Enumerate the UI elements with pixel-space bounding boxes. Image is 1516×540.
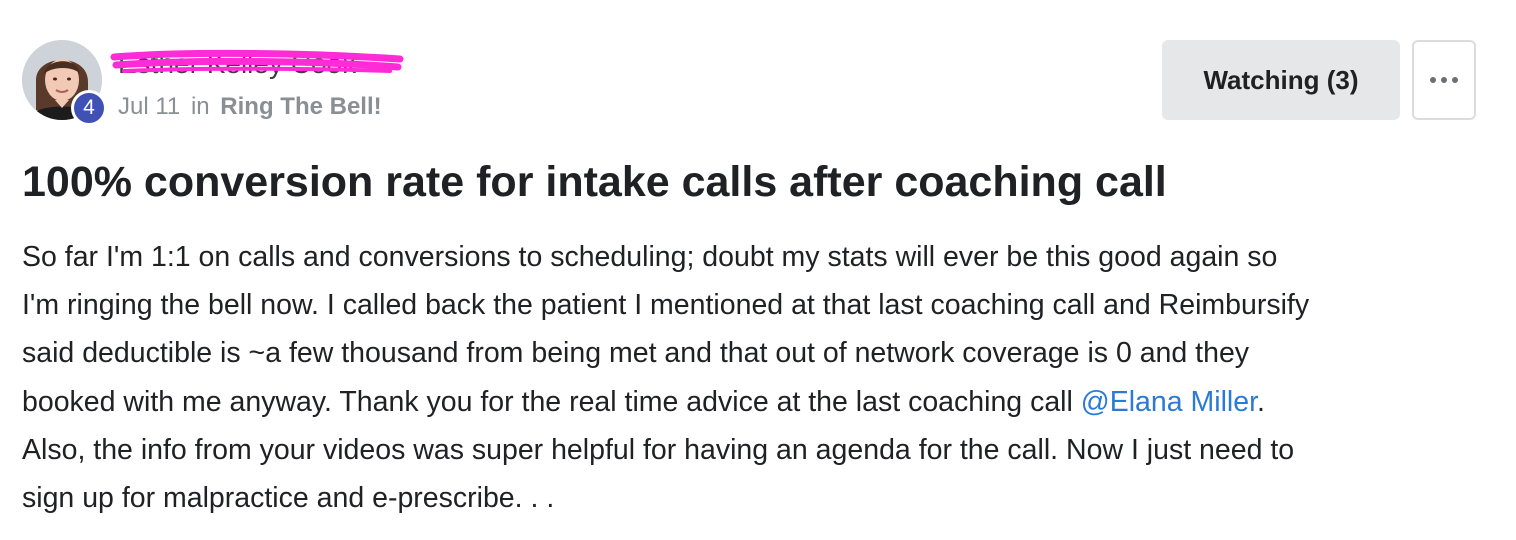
post-title: 100% conversion rate for intake calls af… [22, 158, 1167, 206]
body-line: So far I'm 1:1 on calls and conversions … [22, 241, 1278, 273]
category-link[interactable]: Ring The Bell! [220, 93, 381, 120]
post-meta: Jul 11 in Ring The Bell! [118, 92, 382, 122]
body-line: sign up for malpractice and e-prescribe.… [22, 482, 555, 515]
body-line: Also, the info from your videos was supe… [22, 433, 1295, 466]
meta-in-word: in [190, 93, 210, 120]
mention-punctuation: . [1257, 385, 1265, 418]
author-avatar[interactable]: 4 [22, 40, 107, 126]
user-mention-link[interactable]: @Elana Miller [1081, 386, 1257, 418]
more-options-button[interactable] [1412, 40, 1476, 120]
watching-button[interactable]: Watching (3) [1162, 40, 1400, 120]
more-horizontal-icon [1430, 77, 1458, 83]
author-name[interactable]: Esther Kelley Cook [118, 44, 356, 84]
body-line-with-mention: booked with me anyway. Thank you for the… [22, 378, 1502, 426]
discussion-post: 4 Esther Kelley Cook Jul 11 in Ring The … [0, 0, 1516, 540]
level-badge: 4 [71, 90, 107, 126]
post-body: So far I'm 1:1 on calls and conversions … [22, 233, 1502, 522]
post-date: Jul 11 [118, 93, 181, 120]
body-line: said deductible is ~a few thousand from … [22, 337, 1250, 370]
body-line-text: booked with me anyway. Thank you for the… [22, 385, 1081, 418]
body-line: I'm ringing the bell now. I called back … [22, 289, 1310, 322]
